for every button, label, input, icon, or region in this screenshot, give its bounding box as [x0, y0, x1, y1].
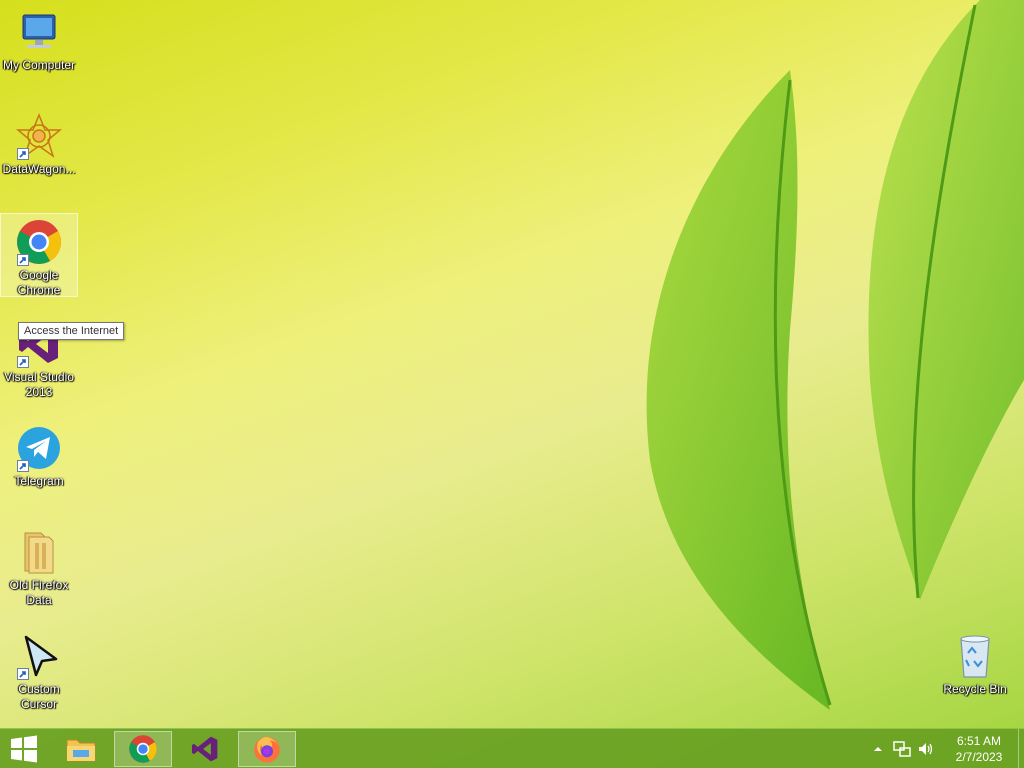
- start-button[interactable]: [0, 731, 48, 767]
- visual-studio-icon: [191, 736, 218, 762]
- desktop-icon-custom-cursor[interactable]: Custom Cursor: [0, 628, 78, 712]
- icon-label: Google Chrome: [17, 268, 61, 297]
- shortcut-arrow-icon: [17, 254, 29, 266]
- shortcut-arrow-icon: [17, 356, 29, 368]
- taskbar-visual-studio[interactable]: [176, 731, 234, 767]
- shortcut-arrow-icon: [17, 668, 29, 680]
- chevron-up-icon: [874, 747, 882, 751]
- folder-icon: [15, 528, 63, 576]
- icon-label: Telegram: [14, 474, 64, 488]
- network-icon: [893, 741, 911, 757]
- show-hidden-icons-button[interactable]: [866, 729, 890, 768]
- desktop-icon-recycle-bin[interactable]: Recycle Bin: [936, 628, 1014, 697]
- recycle-bin-icon: [951, 632, 999, 680]
- file-explorer-icon: [66, 739, 96, 762]
- tooltip: Access the Internet: [18, 322, 125, 340]
- icon-label: Old Firefox Data: [9, 578, 69, 607]
- firefox-icon: [254, 737, 280, 763]
- wallpaper: [646, 0, 1024, 710]
- shortcut-arrow-icon: [17, 148, 29, 160]
- network-button[interactable]: [890, 729, 914, 768]
- shortcut-arrow-icon: [17, 460, 29, 472]
- icon-label: DataWagon...: [2, 162, 76, 176]
- icon-label: Recycle Bin: [943, 682, 1007, 696]
- taskbar-firefox[interactable]: [238, 731, 296, 767]
- telegram-icon: [15, 424, 63, 472]
- computer-icon: [15, 8, 63, 56]
- clock-date: 2/7/2023: [955, 750, 1003, 764]
- desktop-icon-my-computer[interactable]: My Computer: [0, 4, 78, 73]
- chrome-icon: [15, 218, 63, 266]
- system-tray: 6:51 AM 2/7/2023: [866, 729, 1024, 768]
- clock-time: 6:51 AM: [956, 734, 1002, 748]
- icon-label: My Computer: [2, 58, 76, 72]
- desktop-icon-telegram[interactable]: Telegram: [0, 420, 78, 489]
- cursor-icon: [15, 632, 63, 680]
- desktop-icon-datawagon[interactable]: DataWagon...: [0, 108, 78, 177]
- taskbar: 6:51 AM 2/7/2023: [0, 728, 1024, 768]
- chrome-icon: [129, 735, 157, 763]
- taskbar-google-chrome[interactable]: [114, 731, 172, 767]
- speaker-icon: [919, 743, 933, 755]
- desktop-icon-google-chrome[interactable]: Google Chrome: [0, 213, 78, 297]
- windows-logo-icon: [11, 735, 37, 763]
- taskbar-file-explorer[interactable]: [52, 731, 110, 767]
- volume-button[interactable]: [914, 729, 938, 768]
- show-desktop-button[interactable]: [1018, 729, 1024, 768]
- icon-label: Visual Studio 2013: [4, 370, 74, 399]
- desktop-icon-old-firefox-data[interactable]: Old Firefox Data: [0, 524, 78, 608]
- icon-label: Custom Cursor: [18, 682, 60, 711]
- datawagon-icon: [15, 112, 63, 160]
- clock[interactable]: 6:51 AM 2/7/2023: [944, 733, 1014, 765]
